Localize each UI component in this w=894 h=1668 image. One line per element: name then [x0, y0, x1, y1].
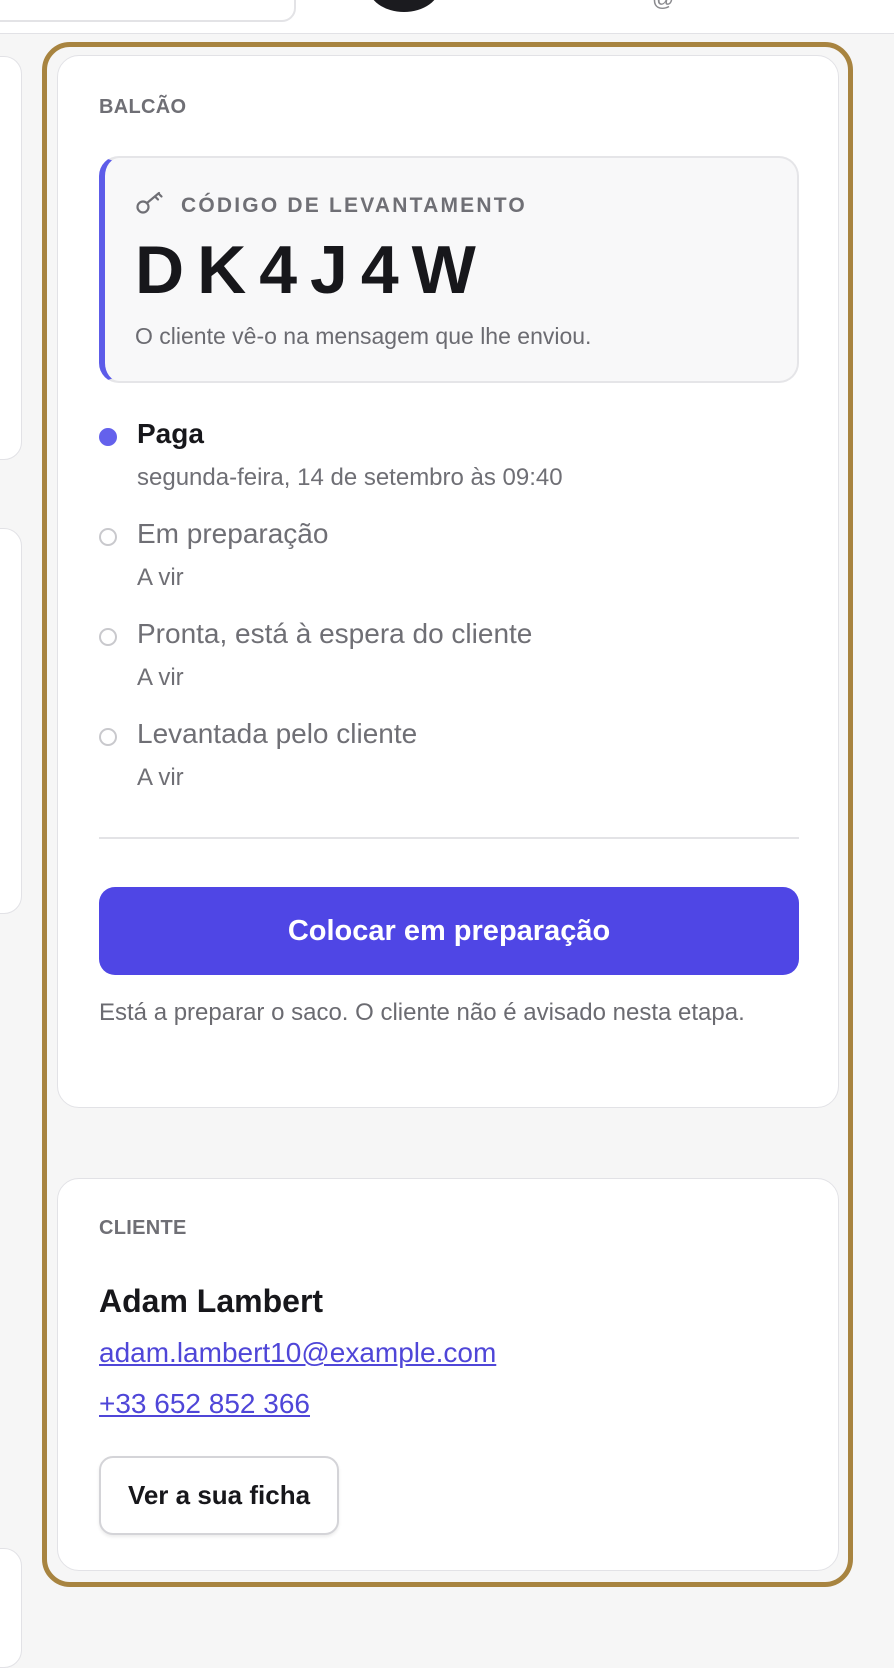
client-email-link[interactable]: adam.lambert10@example.com: [99, 1337, 496, 1369]
timeline-step-date: A vir: [137, 564, 184, 591]
timeline-step-title: Pronta, está à espera do cliente: [137, 618, 533, 649]
status-dot-pending-icon: [99, 528, 117, 546]
divider: [99, 837, 799, 839]
avatar[interactable]: [368, 0, 440, 12]
client-phone-link[interactable]: +33 652 852 366: [99, 1388, 310, 1420]
action-note: Está a preparar o saco. O cliente não é …: [99, 999, 745, 1026]
start-preparation-button[interactable]: Colocar em preparação: [99, 887, 799, 975]
timeline-step-ready: Pronta, está à espera do cliente A vir: [99, 618, 799, 718]
timeline-step-paid: Paga segunda-feira, 14 de setembro às 09…: [99, 418, 799, 518]
side-panel-card: [0, 1548, 22, 1668]
at-icon: @: [652, 0, 674, 12]
pickup-code-box: CÓDIGO DE LEVANTAMENTO DK4J4W O cliente …: [99, 156, 799, 383]
timeline-step-title: Em preparação: [137, 518, 329, 549]
section-label-client: CLIENTE: [99, 1217, 187, 1239]
pickup-code-hint: O cliente vê-o na mensagem que lhe envio…: [135, 323, 592, 349]
pickup-code-value: DK4J4W: [135, 232, 489, 308]
key-icon: [136, 191, 163, 214]
timeline-step-picked-up: Levantada pelo cliente A vir: [99, 718, 799, 818]
timeline-step-title: Levantada pelo cliente: [137, 718, 418, 749]
timeline-step-date: segunda-feira, 14 de setembro às 09:40: [137, 464, 563, 491]
side-panel-card: [0, 56, 22, 460]
top-bar: @: [0, 0, 894, 34]
search-input[interactable]: [0, 0, 296, 22]
client-card: CLIENTE Adam Lambert adam.lambert10@exam…: [57, 1178, 839, 1571]
status-dot-pending-icon: [99, 628, 117, 646]
section-label-counter: BALCÃO: [99, 96, 187, 118]
timeline-step-title: Paga: [137, 418, 204, 449]
timeline-step-date: A vir: [137, 764, 184, 791]
pickup-code-label: CÓDIGO DE LEVANTAMENTO: [181, 194, 527, 217]
side-panel-card: [0, 528, 22, 914]
status-dot-pending-icon: [99, 728, 117, 746]
view-profile-button[interactable]: Ver a sua ficha: [99, 1456, 339, 1535]
client-name: Adam Lambert: [99, 1283, 324, 1319]
status-dot-done-icon: [99, 428, 117, 446]
timeline-step-preparing: Em preparação A vir: [99, 518, 799, 618]
timeline-step-date: A vir: [137, 664, 184, 691]
counter-card: BALCÃO CÓDIGO DE LEVANTAMENTO DK4J4W O c…: [57, 55, 839, 1108]
